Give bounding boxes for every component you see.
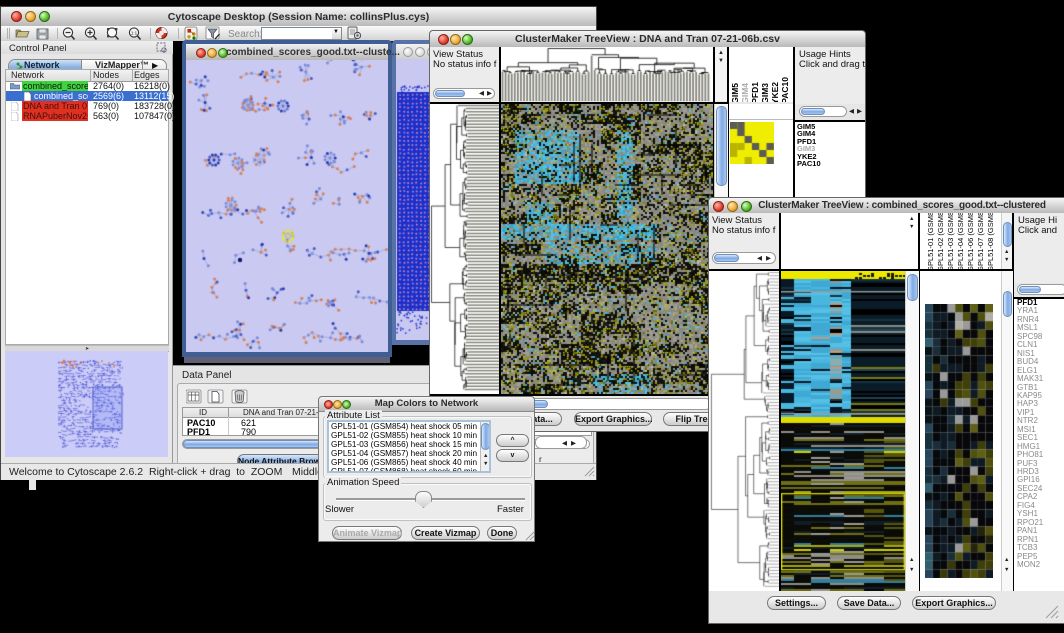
svg-text:1:1: 1:1: [131, 31, 138, 36]
